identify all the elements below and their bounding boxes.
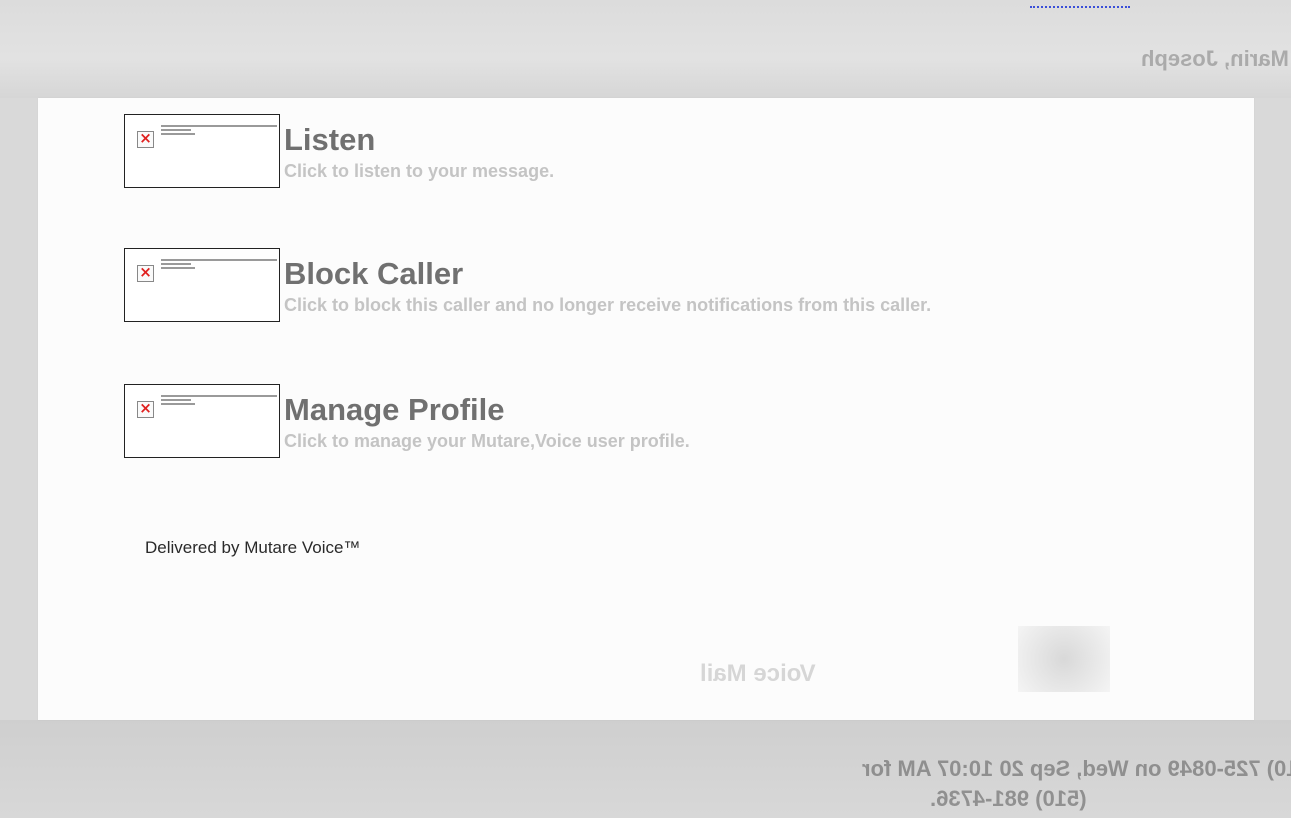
show-through-call-number: (510) 981-4736. <box>930 786 1087 811</box>
show-through-header: Marin, Joseph <box>1141 46 1289 71</box>
link-mark <box>1030 0 1130 8</box>
placeholder-caption <box>161 395 277 407</box>
page: { "actions": [ { "id": "listen", "title"… <box>0 0 1291 818</box>
block-caller-title[interactable]: Block Caller <box>284 256 463 292</box>
ghost-label <box>1251 112 1291 134</box>
broken-image-icon <box>137 399 154 418</box>
broken-image-icon <box>137 263 154 282</box>
placeholder-caption <box>161 259 277 271</box>
listen-image-placeholder[interactable] <box>124 114 280 188</box>
block-caller-image-placeholder[interactable] <box>124 248 280 322</box>
manage-profile-action[interactable]: Manage Profile Click to manage your Muta… <box>124 384 1224 460</box>
placeholder-caption <box>161 125 277 137</box>
manage-profile-image-placeholder[interactable] <box>124 384 280 458</box>
show-through-voicemail-image <box>1018 626 1110 692</box>
show-through-labels <box>1251 112 1291 222</box>
listen-action[interactable]: Listen Click to listen to your message. <box>124 114 1224 190</box>
block-caller-description: Click to block this caller and no longer… <box>284 295 932 315</box>
ghost-label <box>1251 200 1291 222</box>
show-through-call-info: You received a phone call from (510) 725… <box>862 756 1291 781</box>
block-caller-action[interactable]: Block Caller Click to block this caller … <box>124 248 1224 324</box>
show-through-voicemail-link: Voice Mail <box>700 660 816 687</box>
manage-profile-title[interactable]: Manage Profile <box>284 392 505 428</box>
ghost-label <box>1251 134 1291 156</box>
ghost-label <box>1251 178 1291 200</box>
delivered-by-footer: Delivered by Mutare Voice™ <box>145 538 361 557</box>
listen-description: Click to listen to your message. <box>284 161 555 181</box>
ghost-label <box>1251 156 1291 178</box>
scan-top-strip <box>0 0 1291 98</box>
manage-profile-description: Click to manage your Mutare,Voice user p… <box>284 431 690 451</box>
listen-title[interactable]: Listen <box>284 122 375 158</box>
broken-image-icon <box>137 129 154 148</box>
